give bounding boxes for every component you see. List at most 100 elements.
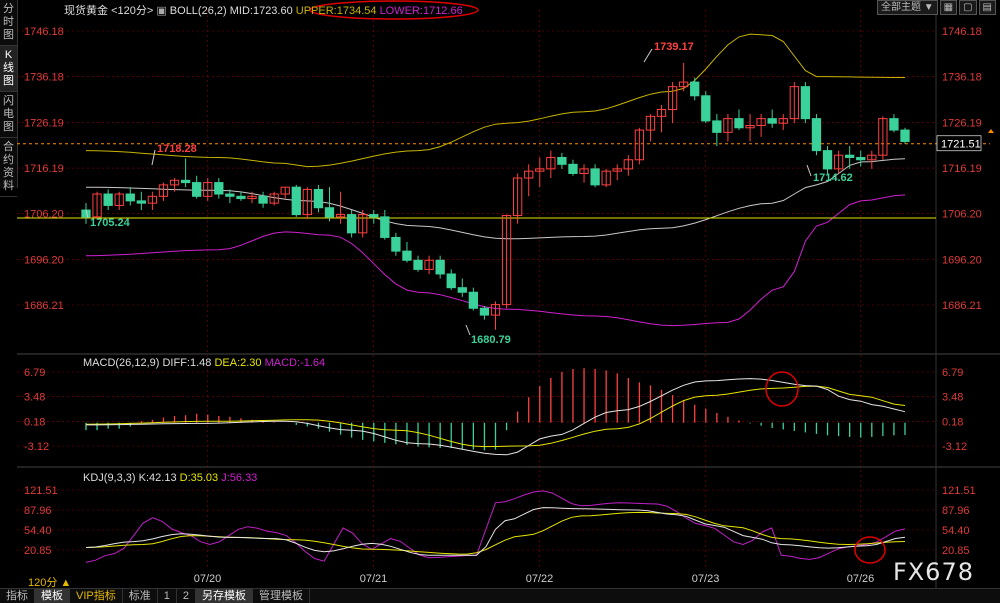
- annot-high-pointer: [643, 48, 653, 63]
- candle-body: [468, 291, 479, 309]
- boll-info: 现货黄金 <120分> ▣ BOLL(26,2) MID:1723.60 UPP…: [64, 2, 463, 18]
- theme-dropdown[interactable]: 全部主题 ▼: [876, 0, 938, 15]
- macd-tick-right: 6.79: [942, 367, 963, 379]
- candle-body: [712, 120, 722, 133]
- boll-lower: LOWER:1712.66: [379, 5, 463, 17]
- annot-1718-pointer: [151, 149, 156, 166]
- candle-body: [845, 154, 855, 158]
- price-tick-right: 1686.21: [942, 300, 982, 312]
- grid-toggle-icon[interactable]: ▦: [939, 0, 958, 15]
- bottom-tab-save-template[interactable]: 另存模板: [195, 589, 253, 603]
- boll-upper-line: [85, 33, 905, 168]
- price-tick-right: 1706.20: [942, 209, 982, 221]
- kdj-tick-left: 20.85: [24, 545, 52, 557]
- bottom-tab-manage-template[interactable]: 管理模板: [253, 589, 310, 603]
- kdj-name: KDJ(9,3,3): [83, 472, 136, 484]
- price-tick-left: 1696.20: [24, 254, 64, 266]
- chart-type-icon[interactable]: ▤: [978, 0, 996, 15]
- kdj-highlight-circle: [854, 536, 886, 564]
- candle-body: [800, 86, 811, 120]
- candle-body: [435, 259, 445, 275]
- candle-body: [568, 163, 578, 174]
- bottom-tab-standard[interactable]: 标准: [123, 589, 158, 603]
- candle-body: [413, 259, 423, 270]
- date-label: 07/26: [847, 573, 875, 585]
- price-tick-left: 1746.18: [24, 26, 64, 38]
- macd-name: MACD(26,12,9): [83, 357, 160, 369]
- macd-diff: DIFF:1.48: [162, 357, 212, 369]
- price-tick-right: 1726.19: [942, 117, 982, 129]
- candle-body: [900, 129, 910, 142]
- period-label: <120分>: [111, 5, 154, 17]
- price-tick-left: 1716.19: [24, 163, 64, 175]
- price-tick-left: 1736.18: [24, 72, 64, 84]
- candle-body: [346, 214, 357, 234]
- price-arrow-icon: [988, 129, 994, 133]
- kdj-k-line: [85, 507, 906, 556]
- watermark-fx678: FX678: [892, 558, 974, 586]
- candle-body: [313, 188, 324, 209]
- candle-body: [690, 81, 700, 97]
- kdj-info: KDJ(9,3,3) K:42.13 D:35.03 J:56.33: [83, 472, 257, 484]
- annot-1705: 1705.24: [90, 217, 131, 229]
- macd-value: MACD:-1.64: [264, 357, 326, 369]
- price-tick-right: 1736.18: [942, 72, 982, 84]
- candle-body: [380, 216, 390, 238]
- symbol-name: 现货黄金: [64, 5, 108, 17]
- candle-body: [225, 193, 235, 197]
- candle-body: [767, 118, 777, 124]
- bottom-tab-indicators[interactable]: 指标: [0, 589, 35, 603]
- macd-tick-left: 0.18: [24, 416, 45, 428]
- candle-body: [822, 150, 833, 170]
- price-tick-right: 1696.20: [942, 254, 982, 266]
- macd-tick-right: -3.12: [942, 441, 967, 453]
- macd-tick-left: 6.79: [24, 367, 45, 379]
- macd-dea: DEA:2.30: [214, 357, 262, 369]
- price-tick-left: 1706.20: [24, 209, 64, 221]
- boll-name: BOLL(26,2): [169, 5, 227, 17]
- candle-body: [590, 168, 600, 186]
- window-icon[interactable]: ▢: [959, 0, 977, 15]
- candle-body: [369, 214, 379, 218]
- boll-upper: UPPER:1734.54: [295, 5, 377, 17]
- candle-body: [103, 193, 113, 206]
- current-price-label: 1721.51: [941, 139, 981, 151]
- candle-body: [291, 186, 301, 216]
- kdj-d: D:35.03: [179, 472, 219, 484]
- candle-body: [446, 273, 456, 289]
- price-tick-left: 1686.21: [24, 300, 64, 312]
- candle-body: [125, 193, 135, 202]
- kdj-tick-right: 121.51: [942, 485, 976, 497]
- bottom-tab-2[interactable]: 2: [177, 589, 196, 603]
- macd-info: MACD(26,12,9) DIFF:1.48 DEA:2.30 MACD:-1…: [83, 357, 325, 369]
- bottom-tab-1[interactable]: 1: [158, 589, 177, 603]
- annot-low: 1680.79: [471, 334, 511, 346]
- kdj-d-line: [85, 511, 906, 555]
- bottom-tab-vip[interactable]: VIP指标: [70, 589, 123, 603]
- date-label: 07/23: [692, 573, 720, 585]
- candle-body: [457, 287, 467, 293]
- candle-body: [701, 95, 711, 122]
- boll-mid-line: [86, 158, 906, 240]
- macd-highlight-circle: [765, 371, 799, 407]
- candle-body: [479, 307, 490, 316]
- bottom-tab-templates[interactable]: 模板: [35, 589, 70, 603]
- candle-body: [557, 156, 567, 165]
- price-chart-svg[interactable]: 1721.51 1746.18 1746.18 1736.18 1736.18 1726…: [0, 0, 1000, 603]
- candle-body: [889, 118, 899, 131]
- kdj-j: J:56.33: [221, 472, 258, 484]
- candle-body: [856, 156, 866, 161]
- candle-body: [402, 250, 412, 261]
- kdj-k: K:42.13: [138, 472, 177, 484]
- price-tick-right: 1746.18: [942, 26, 982, 38]
- bottom-toolbar: 指标 模板 VIP指标 标准 1 2 另存模板 管理模板: [0, 588, 1000, 603]
- annot-1718: 1718.28: [157, 143, 197, 155]
- macd-tick-left: 3.48: [24, 392, 45, 404]
- candle-body: [136, 200, 146, 204]
- candle-body: [214, 182, 224, 195]
- candle-body: [391, 236, 401, 252]
- kdj-tick-left: 121.51: [24, 485, 58, 497]
- kdj-tick-left: 54.40: [24, 525, 52, 537]
- kdj-j-line: [85, 490, 906, 563]
- candle-body: [192, 182, 202, 197]
